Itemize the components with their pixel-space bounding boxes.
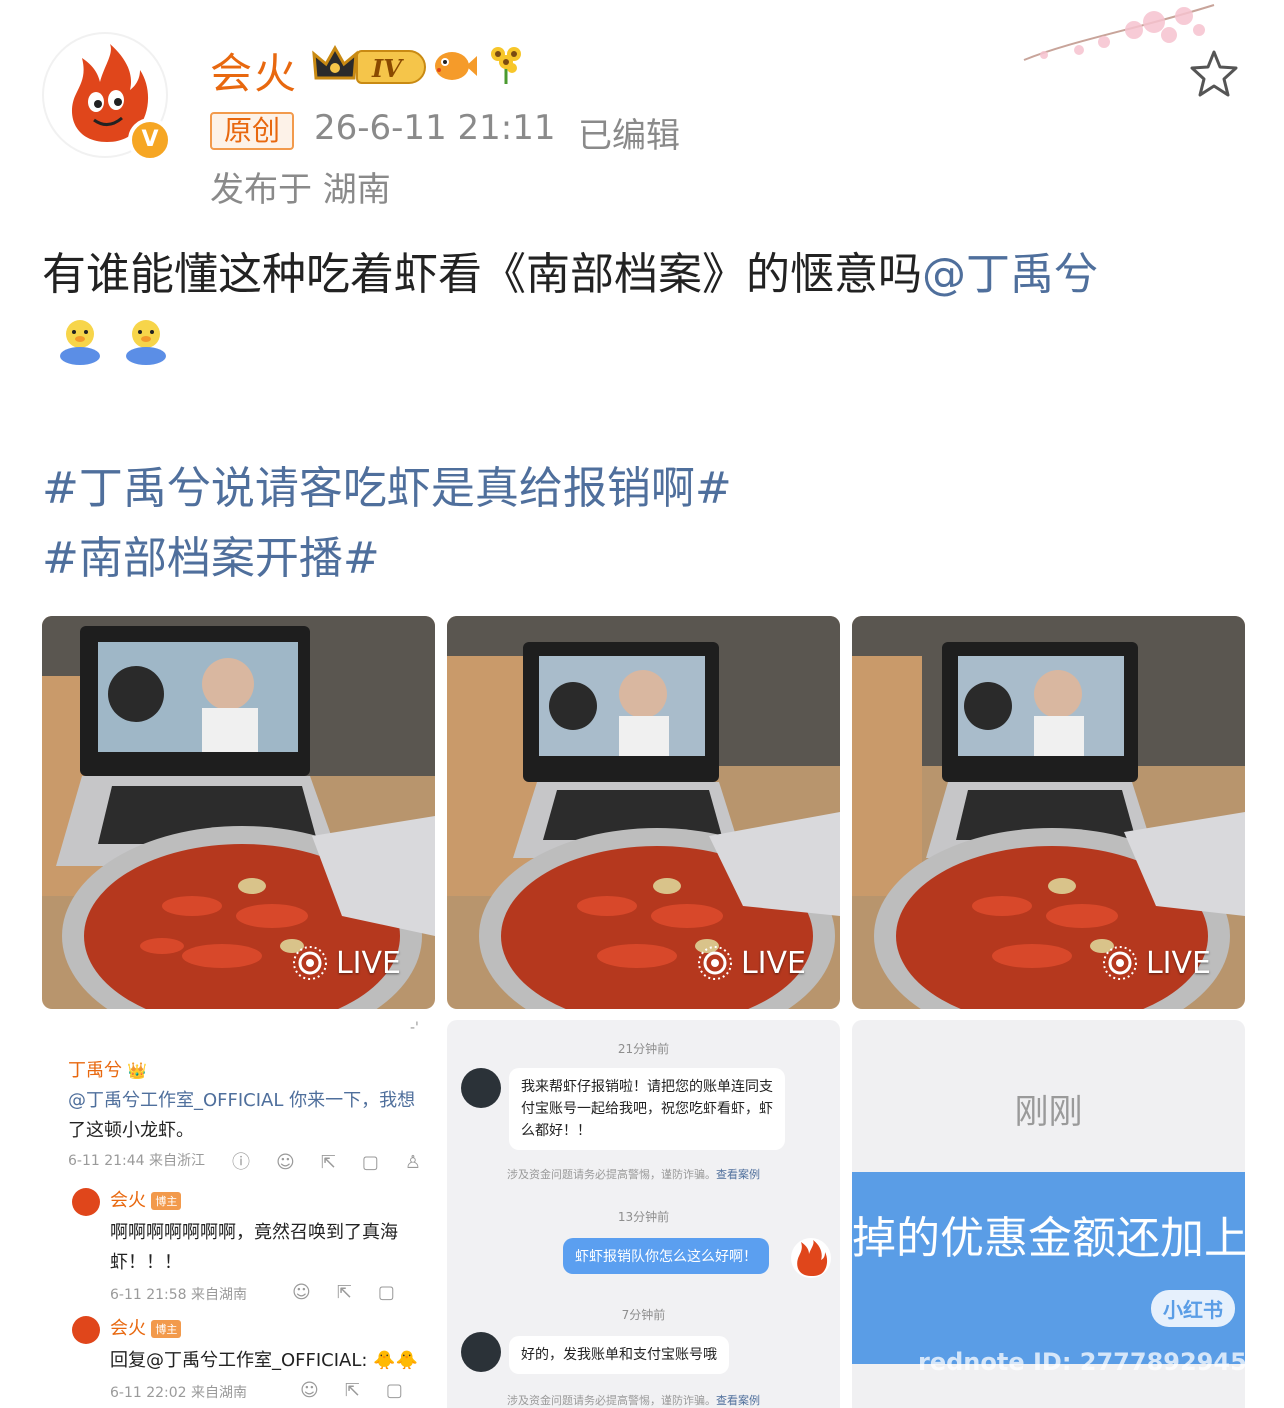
dm-time: 13分钟前 [617, 1210, 670, 1224]
live-label: LIVE [335, 945, 401, 981]
commenter-name: 丁禹兮 [68, 1060, 122, 1081]
commenter-avatar [72, 1188, 100, 1216]
note-time: 刚刚 [1014, 1092, 1083, 1132]
live-indicator: LIVE [1100, 943, 1211, 983]
mention-link[interactable]: @丁禹兮 [922, 249, 1098, 300]
live-label: LIVE [1145, 945, 1211, 981]
duck-emoji-icon [60, 320, 100, 365]
level-badge: IV [356, 50, 426, 84]
dm-avatar [461, 1068, 501, 1108]
emoji-row [54, 316, 172, 366]
commenter-avatar [72, 1316, 100, 1344]
live-label: LIVE [740, 945, 806, 981]
comment-text: 了这顿小龙虾。 [68, 1120, 194, 1141]
dm-warning: 涉及资金问题请务必提高警惕，谨防诈骗。 [507, 1168, 716, 1181]
crown-icon [312, 44, 358, 80]
comment-action-icons[interactable]: ⓘ☺⇱▢♙ [232, 1148, 435, 1174]
host-badge: 博主 [151, 1192, 182, 1210]
live-indicator: LIVE [290, 943, 401, 983]
live-photo[interactable]: LIVE [447, 616, 840, 1009]
dm-screenshot[interactable]: 21分钟前 我来帮虾仔报销啦！请把您的账单连同支付宝账号一起给我吧，祝您吃虾看虾… [447, 1020, 840, 1408]
edited-label[interactable]: 已编辑 [578, 108, 680, 157]
rednote-watermark: rednote ID: 27778929458 [918, 1348, 1245, 1376]
dm-message: 好的，发我账单和支付宝账号哦 [509, 1336, 729, 1374]
verified-badge-icon: V [128, 118, 172, 162]
post-body: 有谁能懂这种吃着虾看《南部档案》的惬意吗@丁禹兮 [42, 245, 1242, 305]
dm-time: 21分钟前 [617, 1042, 670, 1056]
note-text: 掉的优惠金额还加上 [852, 1213, 1245, 1264]
dm-warning: 涉及资金问题请务必提高警惕，谨防诈骗。 [507, 1394, 716, 1407]
live-indicator: LIVE [695, 943, 806, 983]
live-photo-icon [697, 946, 732, 980]
comment-action-icons[interactable]: ☺⇱▢ [300, 1380, 429, 1401]
post-timestamp: 26-6-11 21:11 [314, 108, 556, 148]
post-location: 发布于 湖南 [210, 170, 391, 210]
duck-emoji-icon: 🐥🐥 [373, 1350, 419, 1371]
host-badge: 博主 [151, 1320, 182, 1338]
live-photo-icon [1102, 946, 1137, 980]
comment-screenshot[interactable]: -' 丁禹兮 👑 @丁禹兮工作室_OFFICIAL 你来一下，我想 了这顿小龙虾… [42, 1020, 435, 1408]
dm-warning-link[interactable]: 查看案例 [716, 1394, 760, 1407]
hashtag-link[interactable]: #丁禹兮说请客吃虾是真给报销啊# [42, 452, 732, 516]
top-mark: -' [410, 1020, 419, 1036]
pufferfish-icon [435, 52, 477, 80]
xiaohongshu-logo: 小红书 [1151, 1290, 1235, 1327]
comment-meta: 6-11 22:02 来自湖南 [110, 1385, 248, 1401]
dm-time: 7分钟前 [621, 1308, 666, 1322]
hashtag-link[interactable]: #南部档案开播# [42, 522, 380, 586]
live-photo[interactable]: LIVE [852, 616, 1245, 1009]
note-screenshot[interactable]: 刚刚 掉的优惠金额还加上 小红书 rednote ID: 27778929458 [852, 1020, 1245, 1408]
original-tag: 原创 [210, 112, 294, 150]
username[interactable]: 会火 [210, 40, 298, 101]
dm-message-self: 虾虾报销队你怎么这么好啊！ [563, 1238, 769, 1274]
duck-emoji-icon [126, 320, 166, 365]
dm-avatar [461, 1332, 501, 1372]
dm-message: 我来帮虾仔报销啦！请把您的账单连同支付宝账号一起给我吧，祝您吃虾看虾，虾么都好！… [509, 1068, 785, 1150]
comment-meta: 6-11 21:44 来自浙江 [68, 1153, 206, 1169]
dm-warning-link[interactable]: 查看案例 [716, 1168, 760, 1181]
note-highlight: 掉的优惠金额还加上 小红书 [852, 1172, 1245, 1364]
live-photo[interactable]: LIVE [42, 616, 435, 1009]
comment-text: 虾！！！ [110, 1252, 182, 1273]
comment-text: 回复@丁禹兮工作室_OFFICIAL: [110, 1350, 368, 1371]
fire-mascot-icon [797, 1240, 828, 1276]
self-avatar [791, 1238, 831, 1278]
live-photo-icon [292, 946, 327, 980]
sunflower-icon [491, 47, 521, 84]
star-outline-icon[interactable] [1188, 48, 1240, 100]
comment-text: 啊啊啊啊啊啊啊，竟然召唤到了真海 [110, 1222, 398, 1243]
crown-small-icon: 👑 [127, 1061, 148, 1080]
post-text: 有谁能懂这种吃着虾看《南部档案》的惬意吗 [42, 249, 922, 300]
commenter-name: 会火 [110, 1190, 146, 1211]
commenter-name: 会火 [110, 1318, 146, 1339]
comment-text: @丁禹兮工作室_OFFICIAL 你来一下，我想 [68, 1090, 416, 1111]
comment-meta: 6-11 21:58 来自湖南 [110, 1287, 248, 1303]
comment-action-icons[interactable]: ☺⇱▢ [292, 1282, 421, 1303]
